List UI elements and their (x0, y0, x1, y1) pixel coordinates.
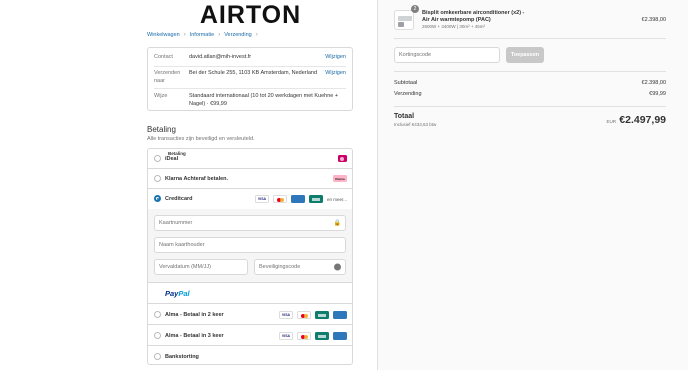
chevron-right-icon: › (218, 32, 221, 38)
payment-option-paypal[interactable]: PayPal (148, 283, 352, 304)
brand-logo[interactable]: AIRTON (199, 3, 302, 28)
payment-title: Betaling (147, 125, 176, 134)
review-block: Contact david.atlan@mih-invest.fr Wijzig… (147, 47, 353, 111)
product-name: Bisplit omkeerbare airconditioner (x2) -… (422, 10, 525, 23)
chevron-right-icon: › (183, 32, 186, 38)
amex-icon (333, 311, 347, 319)
total-label: Totaal (394, 113, 415, 120)
breadcrumb: Winkelwagen › Informatie › Verzending › … (147, 32, 258, 156)
paypal-logo: PayPal (165, 289, 190, 298)
mastercard-icon (272, 195, 287, 203)
shipping-label: Verzending (394, 91, 422, 97)
radio-alma-3[interactable] (154, 332, 161, 339)
review-contact-value: david.atlan@mih-invest.fr (189, 54, 252, 60)
subtotal-row: Subtotaal €2.398,00 (394, 80, 666, 86)
review-ship-to-label: Verzenden naar (154, 70, 181, 84)
card-brand-icon (308, 195, 323, 203)
review-contact-label: Contact (154, 54, 173, 60)
review-method: Wijze Standaard internationaal (10 tot 2… (154, 92, 346, 108)
card-form: Kaartnummer 🔒 Naam kaarthouder Vervaldat… (148, 209, 352, 283)
option-alma-3-label: Alma - Betaal in 3 keer (165, 333, 224, 339)
currency-code: EUR (606, 119, 616, 124)
visa-icon: VISA (254, 195, 269, 203)
total-value: €2.497,99 (619, 114, 666, 126)
payment-option-alma-2[interactable]: Alma - Betaal in 2 keer VISA (148, 304, 352, 325)
security-code-field[interactable]: Beveiligingscode ? (254, 259, 346, 275)
product-variant: 2600W + 3400W | 30m² + 45m² (422, 24, 485, 29)
paypal-logo-pal: Pal (178, 289, 190, 298)
expiry-placeholder: Vervaldatum (MM/JJ) (159, 264, 211, 270)
option-klarna-label: Klarna Achteraf betalen. (165, 176, 229, 182)
divider (394, 71, 666, 72)
payment-option-bank-transfer[interactable]: Bankstorting (148, 346, 352, 364)
order-summary: 2 Bisplit omkeerbare airconditioner (x2)… (377, 0, 688, 370)
visa-icon: VISA (279, 311, 293, 319)
mastercard-icon (297, 311, 311, 319)
ideal-logo-icon (338, 155, 347, 162)
divider (154, 88, 346, 89)
option-alma-2-label: Alma - Betaal in 2 keer (165, 312, 224, 318)
radio-bank-transfer[interactable] (154, 353, 161, 360)
divider (394, 106, 666, 107)
payment-option-ideal[interactable]: iDeal (148, 149, 352, 169)
klarna-logo-icon: Klarna (333, 175, 347, 182)
breadcrumb-cart[interactable]: Winkelwagen (147, 32, 180, 38)
breadcrumb-shipping[interactable]: Verzending (224, 32, 252, 38)
review-ship-to: Verzenden naar Bei der Schule 255, 1103 … (154, 69, 346, 85)
payment-options: iDeal Klarna Achteraf betalen. Klarna Cr… (147, 148, 353, 365)
shipping-value: €99,99 (649, 91, 666, 97)
divider (154, 66, 346, 67)
review-contact: Contact david.atlan@mih-invest.fr Wijzig… (154, 53, 346, 61)
checkout-main: AIRTON Winkelwagen › Informatie › Verzen… (0, 0, 377, 370)
review-ship-to-value: Bei der Schule 255, 1103 KB Amsterdam, N… (189, 70, 318, 76)
product-price: €2.398,00 (641, 17, 666, 23)
security-code-placeholder: Beveiligingscode (259, 264, 301, 270)
change-address-link[interactable]: Wijzigen (325, 69, 346, 85)
discount-code-placeholder: Kortingscode (399, 52, 432, 58)
lock-icon: 🔒 (333, 220, 341, 227)
help-icon[interactable]: ? (334, 263, 341, 271)
paypal-logo-pay: Pay (165, 289, 179, 298)
tax-note: Inclusief €433,63 btw (394, 122, 437, 127)
chevron-right-icon: › (255, 32, 258, 38)
radio-klarna[interactable] (154, 175, 161, 182)
subtotal-label: Subtotaal (394, 80, 418, 86)
amex-icon (333, 332, 347, 340)
review-method-value: Standaard internationaal (10 tot 20 werk… (189, 93, 339, 107)
discount-code-input[interactable]: Kortingscode (394, 47, 500, 63)
option-ideal-label: iDeal (165, 156, 179, 162)
card-brand-icon (315, 311, 329, 319)
radio-creditcard[interactable] (154, 195, 161, 202)
visa-icon: VISA (279, 332, 293, 340)
option-bank-transfer-label: Bankstorting (165, 354, 199, 360)
expiry-field[interactable]: Vervaldatum (MM/JJ) (154, 259, 248, 275)
radio-ideal[interactable] (154, 155, 161, 162)
mastercard-icon (297, 332, 311, 340)
radio-alma-2[interactable] (154, 311, 161, 318)
change-contact-link[interactable]: Wijzigen (325, 53, 346, 61)
card-number-placeholder: Kaartnummer (159, 220, 193, 226)
amex-icon (290, 195, 305, 203)
indoor-unit-image (398, 16, 412, 21)
divider (394, 38, 666, 39)
apply-discount-button[interactable]: Toepassen (506, 47, 544, 63)
quantity-badge: 2 (411, 5, 419, 13)
product-thumbnail (394, 10, 414, 30)
card-brand-icon (315, 332, 329, 340)
option-creditcard-label: Creditcard (165, 196, 193, 202)
payment-option-alma-3[interactable]: Alma - Betaal in 3 keer VISA (148, 325, 352, 346)
outdoor-unit-image (398, 22, 404, 27)
card-name-field[interactable]: Naam kaarthouder (154, 237, 346, 253)
card-number-field[interactable]: Kaartnummer 🔒 (154, 215, 346, 231)
payment-option-klarna[interactable]: Klarna Achteraf betalen. Klarna (148, 169, 352, 189)
breadcrumb-information[interactable]: Informatie (190, 32, 214, 38)
payment-subtitle: Alle transacties zijn beveiligd en versl… (147, 136, 255, 142)
shipping-row: Verzending €99,99 (394, 91, 666, 97)
payment-option-creditcard[interactable]: Creditcard VISA en meer... (148, 189, 352, 209)
card-name-placeholder: Naam kaarthouder (159, 242, 205, 248)
more-cards-link[interactable]: en meer... (327, 197, 347, 202)
review-method-label: Wijze (154, 93, 168, 99)
subtotal-value: €2.398,00 (641, 80, 666, 86)
